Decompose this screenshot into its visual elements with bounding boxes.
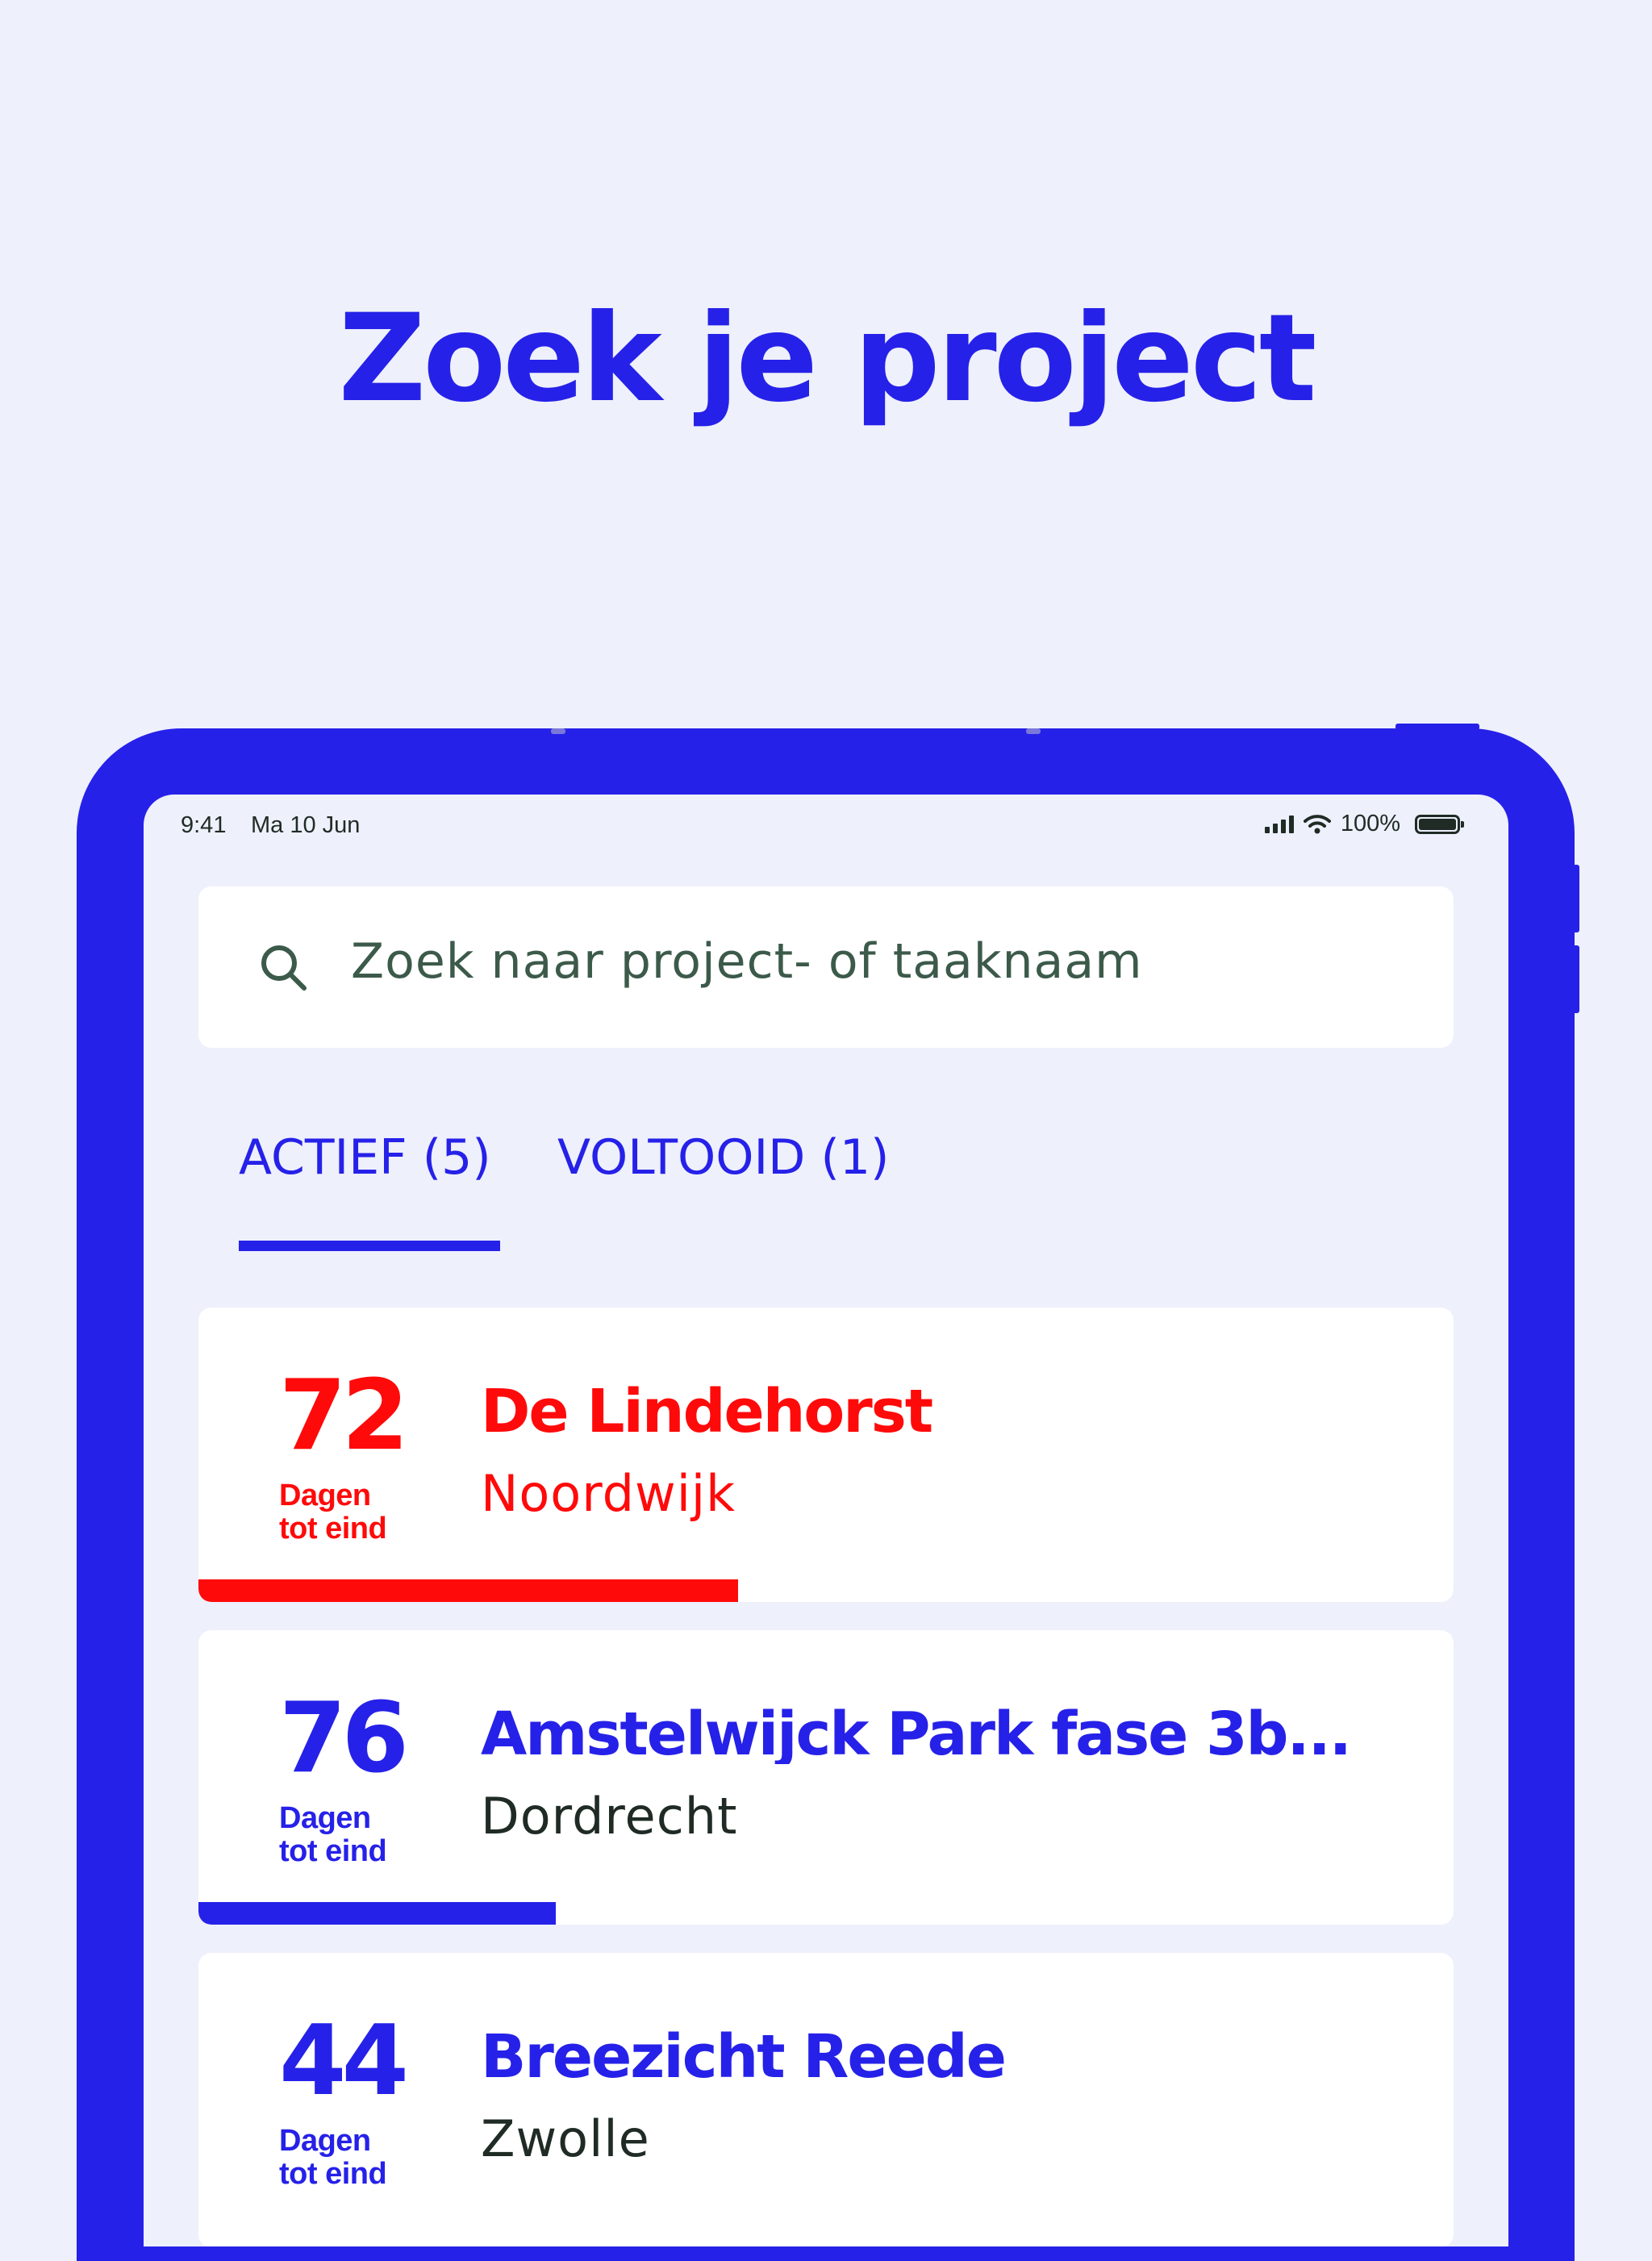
days-remaining-label: Dagen tot eind: [279, 2124, 387, 2191]
project-city: Dordrecht: [481, 1787, 738, 1846]
search-icon: [261, 945, 307, 991]
days-remaining-label: Dagen tot eind: [279, 1801, 387, 1868]
battery-percentage: 100%: [1340, 811, 1400, 836]
search-bar[interactable]: Zoek naar project- of taaknaam: [198, 886, 1454, 1048]
days-remaining: 72: [279, 1360, 409, 1472]
tablet-sensor: [1026, 728, 1041, 734]
days-remaining: 44: [279, 2005, 409, 2117]
project-name: Breezicht Reede: [481, 2027, 1007, 2087]
status-date: Ma 10 Jun: [251, 812, 361, 838]
project-name: De Lindehorst: [481, 1382, 933, 1441]
battery-icon: [1415, 814, 1464, 834]
tablet-sensor: [551, 728, 565, 734]
status-bar: 9:41 Ma 10 Jun 100%: [144, 795, 1508, 851]
project-city: Zwolle: [481, 2109, 650, 2168]
cellular-signal-icon: [1264, 815, 1294, 833]
days-remaining: 76: [279, 1683, 409, 1795]
search-input[interactable]: Zoek naar project- of taaknaam: [351, 937, 1143, 986]
project-card[interactable]: 76 Dagen tot eind Amstelwijck Park fase …: [198, 1630, 1454, 1925]
page-headline: Zoek je project: [338, 289, 1316, 429]
project-card[interactable]: 44 Dagen tot eind Breezicht Reede Zwolle: [198, 1953, 1454, 2246]
project-progress-bar: [198, 1579, 739, 1602]
tablet-screen: 9:41 Ma 10 Jun 100% Zoek naar project- o…: [144, 795, 1508, 2246]
status-indicators: 100%: [1264, 811, 1464, 837]
days-remaining-label: Dagen tot eind: [279, 1479, 387, 1546]
project-name: Amstelwijck Park fase 3b...: [481, 1704, 1352, 1764]
project-city: Noordwijk: [481, 1464, 736, 1523]
tab-actief[interactable]: ACTIEF (5): [239, 1133, 491, 1182]
tab-voltooid[interactable]: VOLTOOID (1): [557, 1133, 889, 1182]
active-tab-indicator: [239, 1241, 500, 1251]
wifi-icon: [1303, 814, 1331, 833]
project-card[interactable]: 72 Dagen tot eind De Lindehorst Noordwij…: [198, 1308, 1454, 1602]
status-time: 9:41: [181, 812, 227, 838]
project-progress-bar: [198, 1902, 557, 1925]
